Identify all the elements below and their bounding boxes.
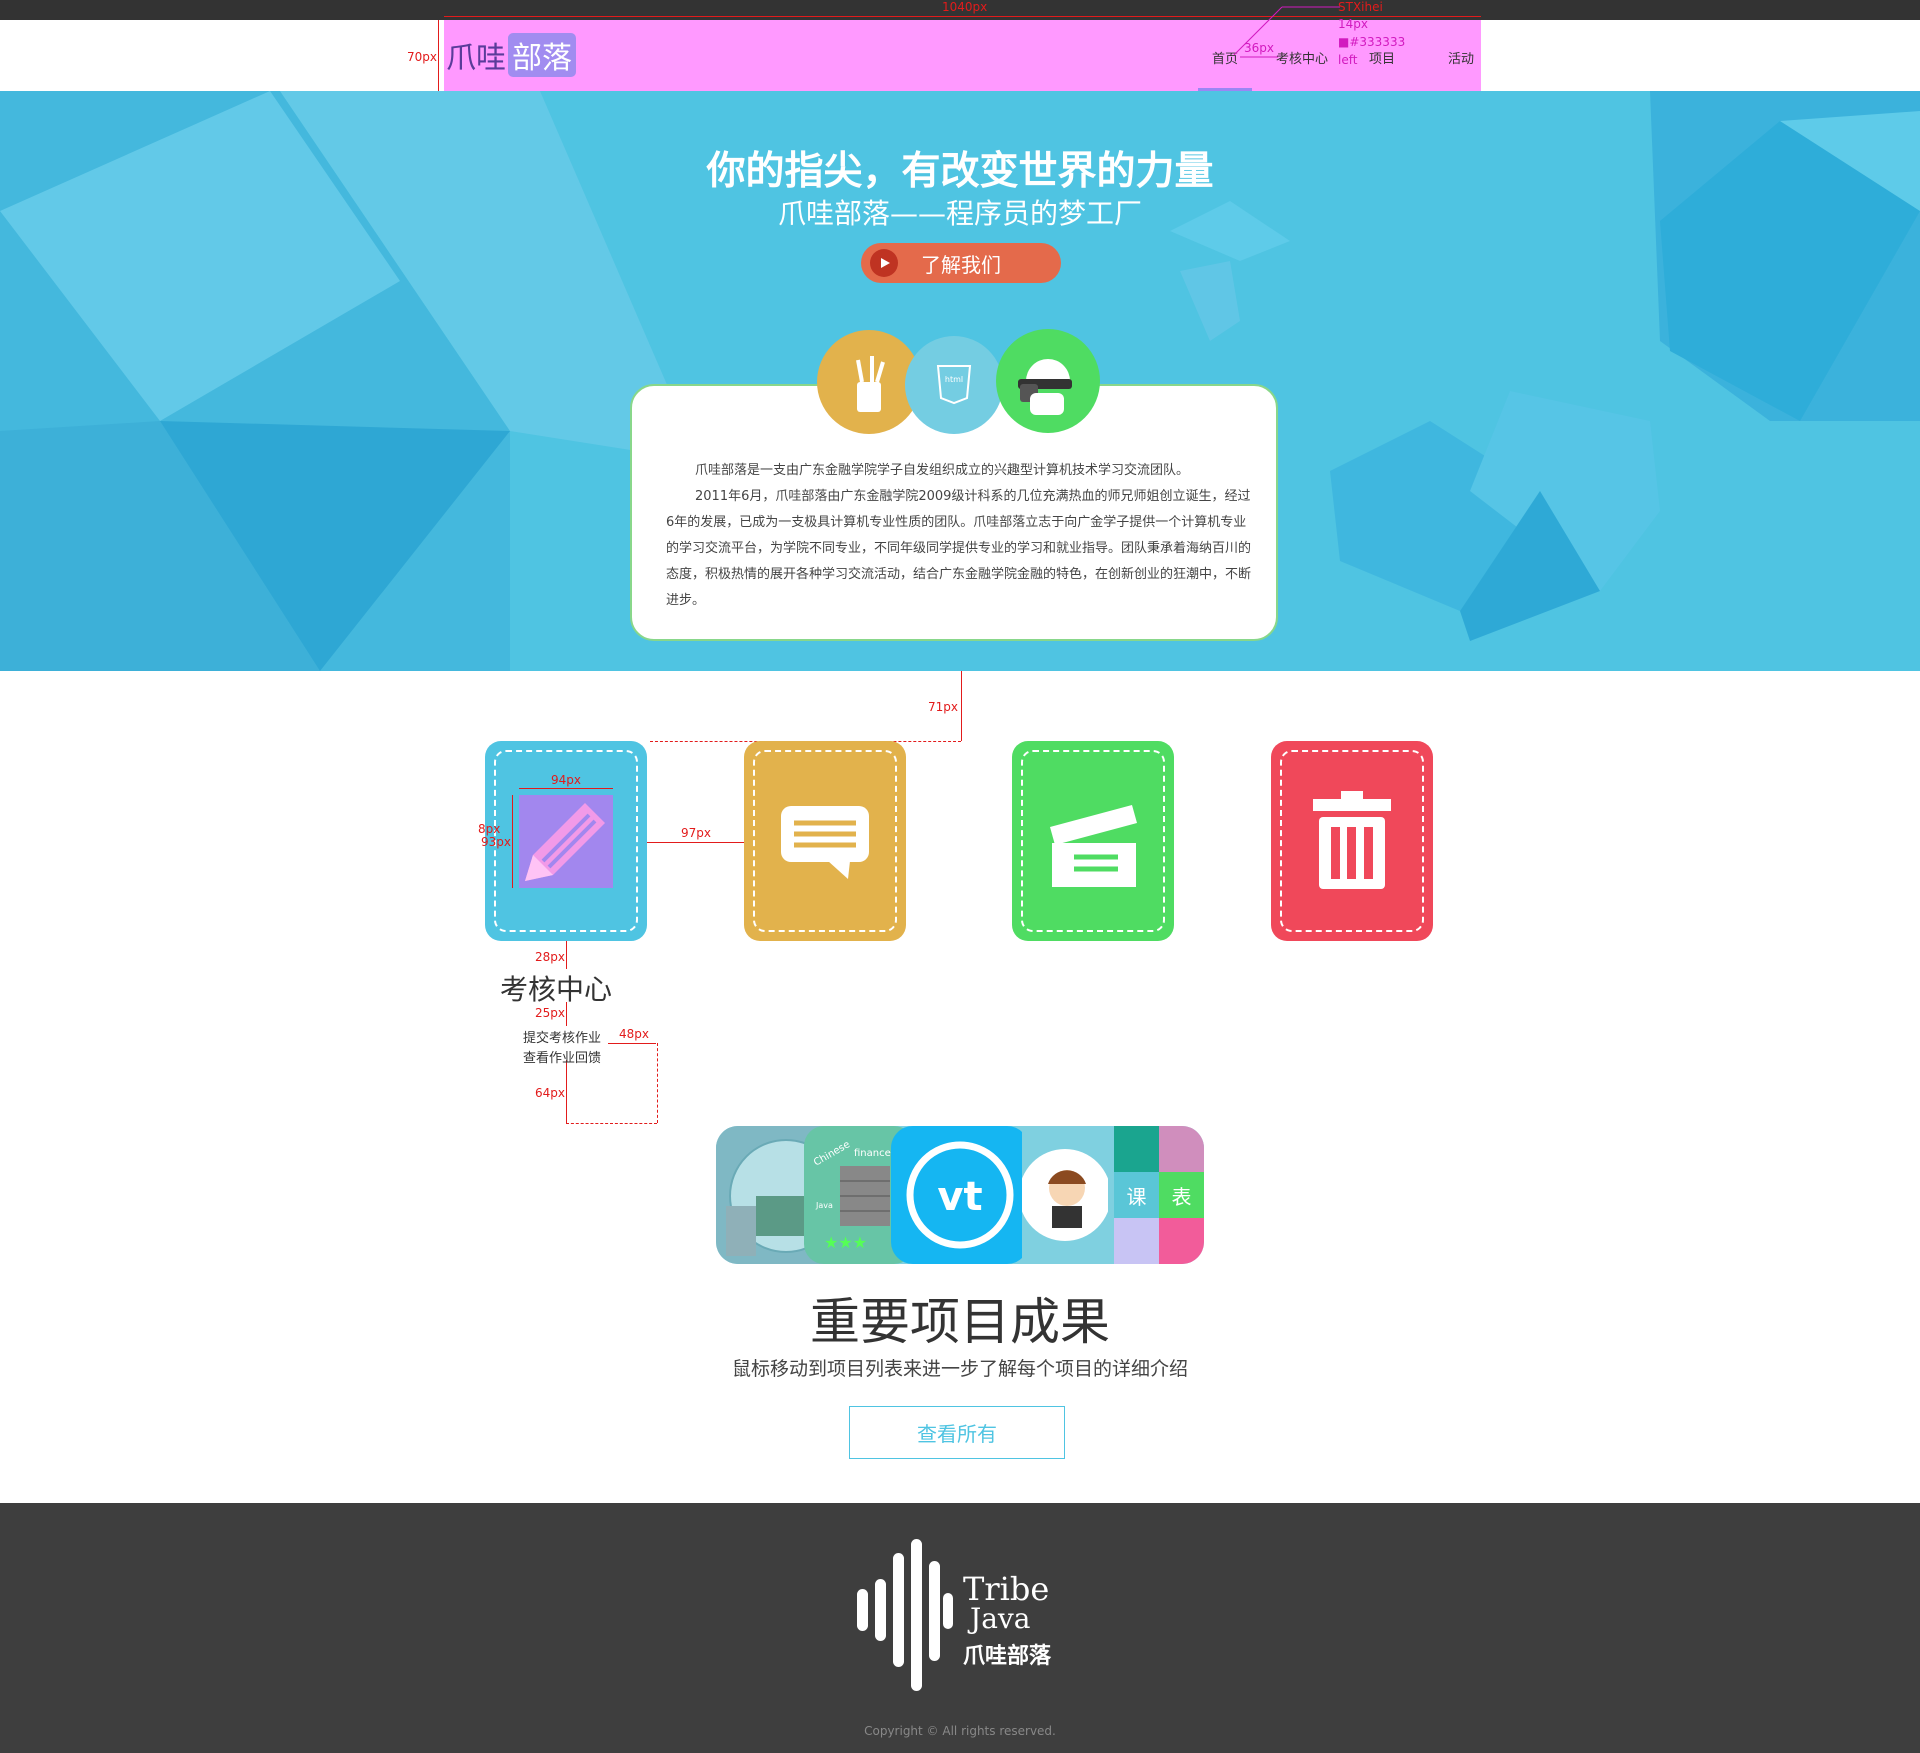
- nav-item-events[interactable]: 活动: [1448, 48, 1474, 67]
- dim-label-64: 64px: [535, 1086, 565, 1100]
- dim-label-48: 48px: [619, 1027, 649, 1041]
- android-robot-icon: [996, 329, 1100, 433]
- hero-title: 你的指尖，有改变世界的力量: [706, 149, 1214, 194]
- collage-chinese-text: Chinese: [812, 1139, 852, 1169]
- collage-tile-3: [1114, 1218, 1159, 1264]
- hero-subtitle: 爪哇部落——程序员的梦工厂: [777, 197, 1142, 230]
- play-icon: [870, 249, 898, 277]
- dim-line-71: [961, 671, 962, 741]
- copyright-text: Copyright © All rights reserved.: [864, 1724, 1056, 1738]
- svg-text:★★★: ★★★: [824, 1233, 867, 1252]
- html5-badge-text: html: [945, 375, 963, 384]
- hero-section: 你的指尖，有改变世界的力量 爪哇部落——程序员的梦工厂 了解我们 html 爪哇…: [0, 91, 1920, 671]
- collage-vt-text: vt: [937, 1174, 982, 1220]
- tile-messages[interactable]: [744, 741, 906, 941]
- dim-line-97: [647, 842, 744, 843]
- footer-logo-java: Java: [970, 1602, 1031, 1635]
- logo-text-1: 爪哇: [446, 41, 506, 76]
- project-thumb-vt[interactable]: vt: [891, 1126, 1029, 1264]
- dim-line-94: [519, 788, 613, 789]
- intro-text: 爪哇部落是一支由广东金融学院学子自发组织成立的兴趣型计算机技术学习交流团队。 2…: [666, 458, 1257, 614]
- dim-line-64: [566, 1060, 567, 1124]
- footer-logo-cn: 爪哇部落: [963, 1644, 1052, 1669]
- dim-label-25: 25px: [535, 1006, 565, 1020]
- dim-line-height: [438, 20, 439, 91]
- anno-align: left: [1338, 53, 1358, 67]
- dim-line-48: [608, 1043, 656, 1044]
- submit-homework-link[interactable]: 提交考核作业: [523, 1027, 601, 1046]
- dim-label-97: 97px: [681, 826, 711, 840]
- trash-icon: [1313, 791, 1391, 889]
- dim-label-94: 94px: [551, 773, 581, 787]
- project-collage[interactable]: Chinese finance Java ★★★ vt 课 表: [716, 1126, 1204, 1264]
- tile-media[interactable]: [1012, 741, 1174, 941]
- projects-subtitle: 鼠标移动到项目列表来进一步了解每个项目的详细介绍: [731, 1358, 1188, 1380]
- anno-gap-36: 36px: [1244, 41, 1274, 55]
- collage-finance-text: finance: [854, 1148, 891, 1159]
- html5-icon: html: [905, 336, 1003, 434]
- collage-tile-1: [1114, 1126, 1159, 1172]
- dim-label-width: 1040px: [942, 0, 988, 14]
- dim-guide-64: [566, 1123, 657, 1124]
- header: 爪哇 部落 首页 考核中心 项目 活动: [0, 20, 1920, 91]
- anno-font: STXihei: [1338, 0, 1383, 14]
- chat-icon: [781, 806, 869, 879]
- footer: Tribe Java 爪哇部落: [0, 1503, 1920, 1753]
- tile-trash[interactable]: [1271, 741, 1433, 941]
- nav-item-projects[interactable]: 项目: [1369, 48, 1395, 67]
- intro-paragraph-2: 2011年6月，爪哇部落由广东金融学院2009级计科系的几位充满热血的师兄师姐创…: [666, 489, 1252, 608]
- anno-color: ■#333333: [1338, 35, 1406, 49]
- dim-label-28: 28px: [535, 950, 565, 964]
- dim-label-71: 71px: [928, 700, 958, 714]
- dim-label-height: 70px: [407, 50, 437, 64]
- dim-guide-48: [657, 1043, 658, 1123]
- projects-title: 重要项目成果: [810, 1293, 1110, 1351]
- tribe-java-logo-bars: [857, 1539, 953, 1691]
- pencil-icon: [519, 795, 613, 888]
- about-us-label: 了解我们: [921, 252, 1001, 277]
- view-feedback-link[interactable]: 查看作业回馈: [523, 1047, 601, 1066]
- dim-line-28: [566, 941, 567, 969]
- logo-text-2: 部落: [508, 33, 576, 77]
- logo[interactable]: 爪哇 部落: [446, 33, 576, 77]
- clapperboard-icon: [1050, 805, 1137, 887]
- collage-tile-biao: 表: [1159, 1172, 1204, 1218]
- project-thumb-student[interactable]: [1019, 1126, 1111, 1264]
- collage-tile-4: [1159, 1218, 1204, 1264]
- collage-tile-2: [1159, 1126, 1204, 1172]
- collage-java-text: Java: [815, 1201, 833, 1210]
- dim-label-8: 8px: [478, 822, 501, 836]
- dim-line-93: [512, 795, 513, 888]
- dim-label-93: 93px: [481, 835, 511, 849]
- about-us-button[interactable]: 了解我们: [861, 243, 1061, 283]
- view-all-button[interactable]: 查看所有: [849, 1406, 1065, 1459]
- intro-paragraph-1: 爪哇部落是一支由广东金融学院学子自发组织成立的兴趣型计算机技术学习交流团队。: [695, 463, 1190, 478]
- collage-tile-ke: 课: [1114, 1172, 1159, 1218]
- anno-size: 14px: [1338, 17, 1368, 31]
- anno-color-value: #333333: [1349, 35, 1406, 49]
- assessment-title: 考核中心: [500, 973, 613, 1006]
